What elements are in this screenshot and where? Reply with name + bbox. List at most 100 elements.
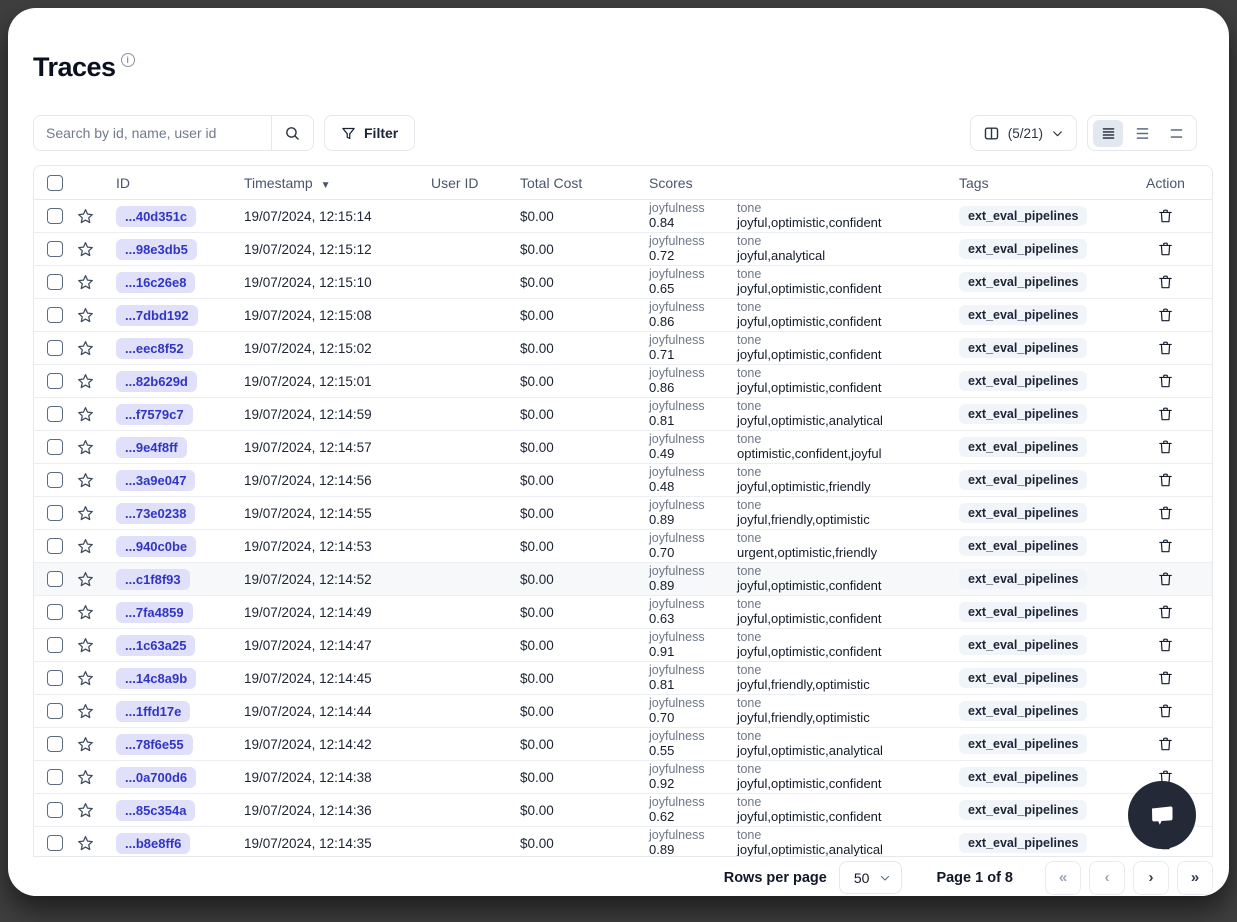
table-row[interactable]: ...78f6e55 19/07/2024, 12:14:42 $0.00 jo… (34, 728, 1212, 761)
trash-icon[interactable] (1157, 471, 1174, 489)
tag-badge[interactable]: ext_eval_pipelines (959, 635, 1087, 655)
tag-badge[interactable]: ext_eval_pipelines (959, 536, 1087, 556)
star-icon[interactable] (76, 537, 95, 556)
trace-id-badge[interactable]: ...f7579c7 (116, 404, 193, 425)
table-row[interactable]: ...82b629d 19/07/2024, 12:15:01 $0.00 jo… (34, 365, 1212, 398)
row-checkbox[interactable] (47, 835, 63, 851)
trash-icon[interactable] (1157, 570, 1174, 588)
trash-icon[interactable] (1157, 240, 1174, 258)
trace-id-badge[interactable]: ...40d351c (116, 206, 196, 227)
table-row[interactable]: ...16c26e8 19/07/2024, 12:15:10 $0.00 jo… (34, 266, 1212, 299)
table-row[interactable]: ...f7579c7 19/07/2024, 12:14:59 $0.00 jo… (34, 398, 1212, 431)
table-row[interactable]: ...b8e8ff6 19/07/2024, 12:14:35 $0.00 jo… (34, 827, 1212, 856)
table-row[interactable]: ...940c0be 19/07/2024, 12:14:53 $0.00 jo… (34, 530, 1212, 563)
star-icon[interactable] (76, 438, 95, 457)
star-icon[interactable] (76, 834, 95, 853)
tag-badge[interactable]: ext_eval_pipelines (959, 701, 1087, 721)
trace-id-badge[interactable]: ...16c26e8 (116, 272, 195, 293)
trace-id-badge[interactable]: ...9e4f8ff (116, 437, 187, 458)
trash-icon[interactable] (1157, 702, 1174, 720)
tag-badge[interactable]: ext_eval_pipelines (959, 503, 1087, 523)
trace-id-badge[interactable]: ...78f6e55 (116, 734, 193, 755)
trace-id-badge[interactable]: ...b8e8ff6 (116, 833, 190, 854)
trash-icon[interactable] (1157, 504, 1174, 522)
row-checkbox[interactable] (47, 703, 63, 719)
rows-per-page-select[interactable]: 50 (839, 861, 903, 894)
star-icon[interactable] (76, 273, 95, 292)
trash-icon[interactable] (1157, 273, 1174, 291)
row-checkbox[interactable] (47, 340, 63, 356)
tag-badge[interactable]: ext_eval_pipelines (959, 668, 1087, 688)
trash-icon[interactable] (1157, 405, 1174, 423)
trash-icon[interactable] (1157, 438, 1174, 456)
trace-id-badge[interactable]: ...82b629d (116, 371, 197, 392)
row-height-compact-button[interactable] (1093, 120, 1123, 147)
trace-id-badge[interactable]: ...c1f8f93 (116, 569, 190, 590)
tag-badge[interactable]: ext_eval_pipelines (959, 371, 1087, 391)
last-page-button[interactable]: » (1177, 861, 1213, 895)
trash-icon[interactable] (1157, 537, 1174, 555)
trace-id-badge[interactable]: ...1ffd17e (116, 701, 190, 722)
header-id[interactable]: ID (104, 175, 232, 191)
tag-badge[interactable]: ext_eval_pipelines (959, 206, 1087, 226)
table-row[interactable]: ...3a9e047 19/07/2024, 12:14:56 $0.00 jo… (34, 464, 1212, 497)
trace-id-badge[interactable]: ...0a700d6 (116, 767, 196, 788)
star-icon[interactable] (76, 768, 95, 787)
star-icon[interactable] (76, 669, 95, 688)
row-height-medium-button[interactable] (1127, 120, 1157, 147)
table-row[interactable]: ...14c8a9b 19/07/2024, 12:14:45 $0.00 jo… (34, 662, 1212, 695)
tag-badge[interactable]: ext_eval_pipelines (959, 602, 1087, 622)
star-icon[interactable] (76, 603, 95, 622)
first-page-button[interactable]: « (1045, 861, 1081, 895)
star-icon[interactable] (76, 471, 95, 490)
select-all-checkbox[interactable] (47, 175, 63, 191)
row-height-tall-button[interactable] (1161, 120, 1191, 147)
table-row[interactable]: ...40d351c 19/07/2024, 12:15:14 $0.00 jo… (34, 200, 1212, 233)
row-checkbox[interactable] (47, 769, 63, 785)
row-checkbox[interactable] (47, 439, 63, 455)
header-timestamp[interactable]: Timestamp ▼ (232, 175, 419, 191)
table-row[interactable]: ...1ffd17e 19/07/2024, 12:14:44 $0.00 jo… (34, 695, 1212, 728)
star-icon[interactable] (76, 339, 95, 358)
row-checkbox[interactable] (47, 736, 63, 752)
table-row[interactable]: ...7fa4859 19/07/2024, 12:14:49 $0.00 jo… (34, 596, 1212, 629)
trash-icon[interactable] (1157, 669, 1174, 687)
star-icon[interactable] (76, 570, 95, 589)
row-checkbox[interactable] (47, 373, 63, 389)
table-row[interactable]: ...0a700d6 19/07/2024, 12:14:38 $0.00 jo… (34, 761, 1212, 794)
column-visibility-button[interactable]: (5/21) (970, 115, 1077, 151)
tag-badge[interactable]: ext_eval_pipelines (959, 338, 1087, 358)
row-checkbox[interactable] (47, 505, 63, 521)
trace-id-badge[interactable]: ...73e0238 (116, 503, 195, 524)
previous-page-button[interactable]: ‹ (1089, 861, 1125, 895)
row-checkbox[interactable] (47, 571, 63, 587)
row-checkbox[interactable] (47, 241, 63, 257)
header-user-id[interactable]: User ID (419, 175, 508, 191)
row-checkbox[interactable] (47, 637, 63, 653)
trace-id-badge[interactable]: ...1c63a25 (116, 635, 195, 656)
tag-badge[interactable]: ext_eval_pipelines (959, 470, 1087, 490)
tag-badge[interactable]: ext_eval_pipelines (959, 437, 1087, 457)
tag-badge[interactable]: ext_eval_pipelines (959, 833, 1087, 853)
tag-badge[interactable]: ext_eval_pipelines (959, 734, 1087, 754)
row-checkbox[interactable] (47, 472, 63, 488)
tag-badge[interactable]: ext_eval_pipelines (959, 404, 1087, 424)
header-tags[interactable]: Tags (947, 175, 1119, 191)
search-button[interactable] (271, 116, 313, 150)
row-checkbox[interactable] (47, 208, 63, 224)
row-checkbox[interactable] (47, 307, 63, 323)
star-icon[interactable] (76, 801, 95, 820)
star-icon[interactable] (76, 702, 95, 721)
row-checkbox[interactable] (47, 538, 63, 554)
tag-badge[interactable]: ext_eval_pipelines (959, 239, 1087, 259)
header-total-cost[interactable]: Total Cost (508, 175, 629, 191)
trace-id-badge[interactable]: ...14c8a9b (116, 668, 196, 689)
row-checkbox[interactable] (47, 406, 63, 422)
tag-badge[interactable]: ext_eval_pipelines (959, 272, 1087, 292)
search-input[interactable] (34, 116, 271, 150)
table-row[interactable]: ...73e0238 19/07/2024, 12:14:55 $0.00 jo… (34, 497, 1212, 530)
star-icon[interactable] (76, 405, 95, 424)
tag-badge[interactable]: ext_eval_pipelines (959, 305, 1087, 325)
chat-widget-button[interactable] (1128, 781, 1196, 849)
trace-id-badge[interactable]: ...7fa4859 (116, 602, 193, 623)
